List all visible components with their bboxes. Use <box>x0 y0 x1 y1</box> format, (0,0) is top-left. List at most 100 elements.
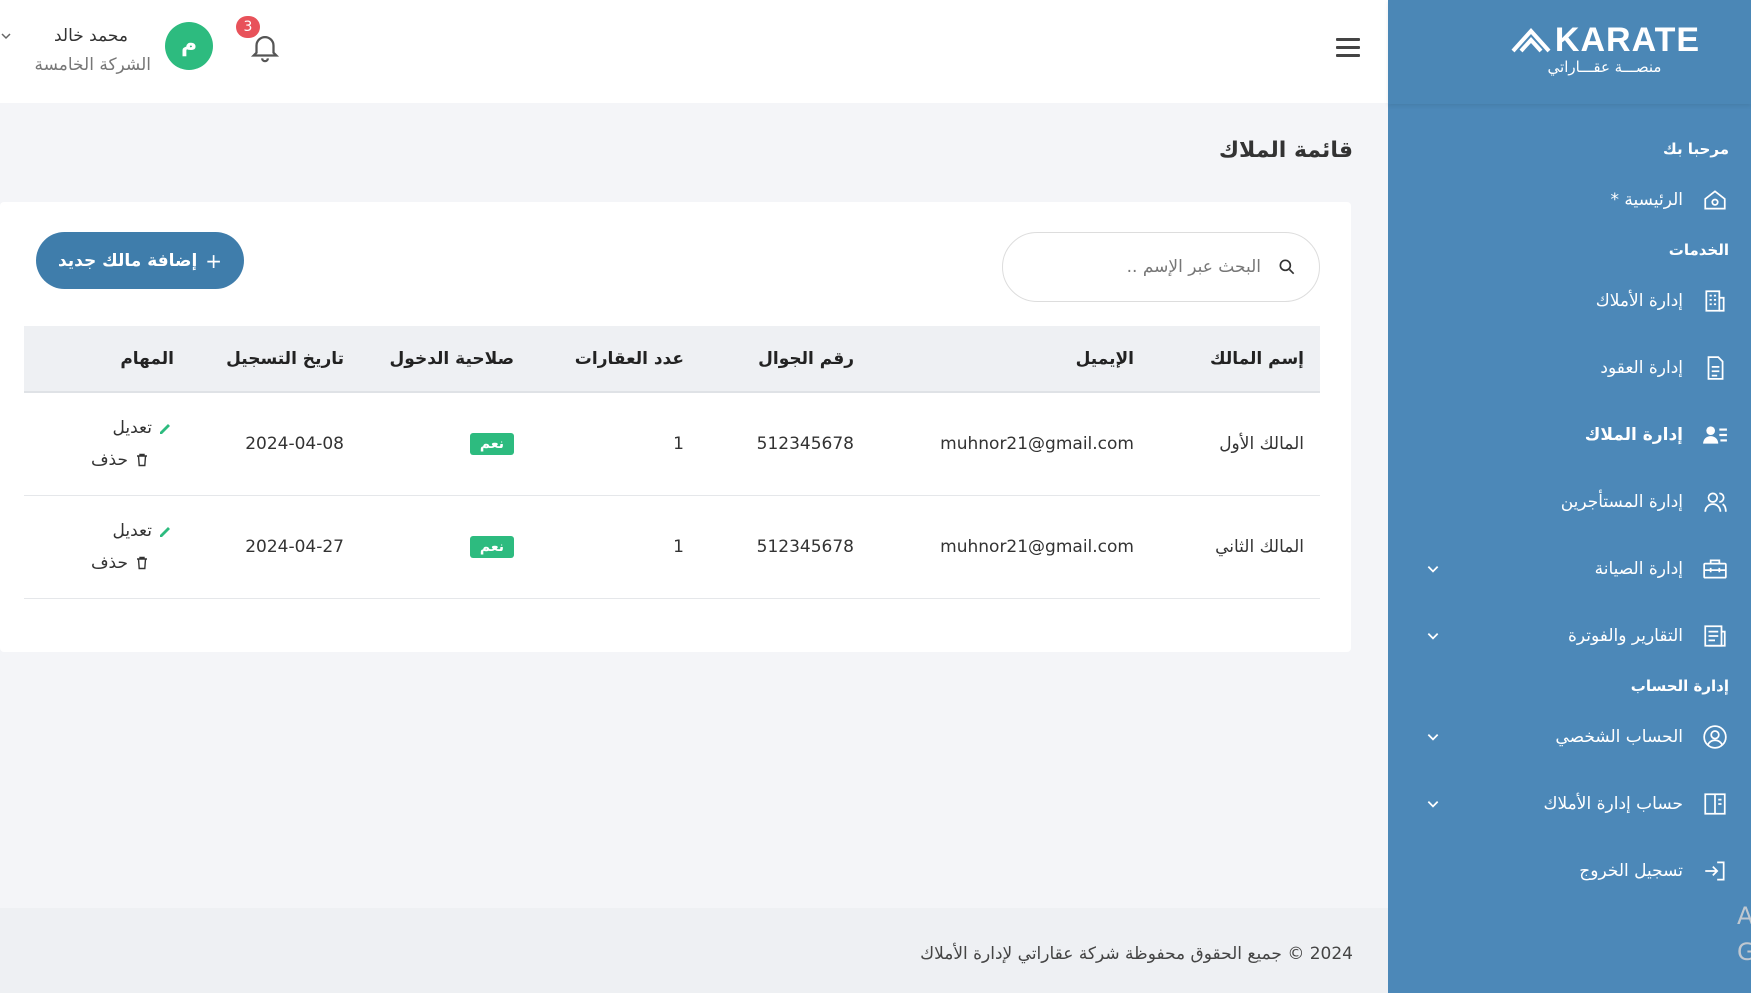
users-icon <box>1701 488 1729 516</box>
search-input[interactable] <box>1003 233 1319 301</box>
building-icon <box>1701 287 1729 315</box>
chevron-down-icon[interactable] <box>1426 797 1440 811</box>
cell-phone: 512345678 <box>756 536 854 557</box>
sidebar-item-label: إدارة الأملاك <box>1595 290 1683 311</box>
table-row: المالك الأول muhnor21@gmail.com 51234567… <box>24 392 1320 495</box>
report-icon <box>1701 622 1729 650</box>
logo-area: KARATE منصـــة عقـــاراتي <box>1388 0 1751 104</box>
avatar[interactable]: م <box>165 22 213 70</box>
book-icon <box>1701 790 1729 818</box>
document-icon <box>1701 354 1729 382</box>
header-registration-date[interactable]: تاريخ التسجيل <box>190 326 360 392</box>
table-row: المالك الثاني muhnor21@gmail.com 5123456… <box>24 495 1320 598</box>
cell-tasks: تعديل حذف <box>24 392 190 495</box>
delete-action[interactable]: حذف <box>40 547 174 579</box>
owners-table: إسم المالك الإيميل رقم الجوال عدد العقار… <box>24 326 1320 599</box>
user-list-icon <box>1701 421 1729 449</box>
cell-registration-date: 2024-04-27 <box>245 536 344 557</box>
header-phone[interactable]: رقم الجوال <box>700 326 870 392</box>
header-access[interactable]: صلاحية الدخول <box>360 326 530 392</box>
house-logo-icon <box>1511 28 1551 53</box>
logo-subtitle: منصـــة عقـــاراتي <box>1547 57 1662 76</box>
cell-tasks: تعديل حذف <box>24 495 190 598</box>
pencil-icon <box>160 526 170 537</box>
plus-icon: + <box>205 248 223 273</box>
header-tasks: المهام <box>120 348 174 369</box>
logo-text: KARATE <box>1554 20 1701 59</box>
cell-email: muhnor21@gmail.com <box>940 536 1134 557</box>
sidebar-section-services: الخدمات <box>1668 241 1729 259</box>
cell-properties-count: 1 <box>673 433 684 454</box>
edge-partial-text: A G <box>1737 898 1751 970</box>
sidebar-item-profile[interactable]: الحساب الشخصي <box>1388 703 1751 770</box>
sidebar-item-label: الحساب الشخصي <box>1555 726 1683 747</box>
cell-phone: 512345678 <box>756 433 854 454</box>
sidebar-item-contracts[interactable]: إدارة العقود <box>1388 334 1751 401</box>
edit-action[interactable]: تعديل <box>40 515 174 547</box>
trash-icon <box>137 453 147 466</box>
header-email[interactable]: الإيميل <box>870 326 1150 392</box>
table-header-row: إسم المالك الإيميل رقم الجوال عدد العقار… <box>24 326 1320 392</box>
menu-toggle-icon[interactable] <box>1336 38 1360 60</box>
sidebar-item-label: تسجيل الخروج <box>1579 860 1683 881</box>
logout-icon <box>1701 857 1729 885</box>
access-badge: نعم <box>469 535 514 558</box>
footer-copyright: 2024 © جميع الحقوق محفوظة شركة عقاراتي ل… <box>920 944 1353 964</box>
edge-letter: A <box>1737 902 1751 930</box>
cell-owner-name: المالك الثاني <box>1215 536 1304 557</box>
search-icon <box>1279 259 1295 275</box>
sidebar-section-account: إدارة الحساب <box>1630 677 1729 695</box>
edge-letter: G <box>1737 938 1751 966</box>
trash-icon <box>137 556 147 569</box>
sidebar-item-property-account[interactable]: حساب إدارة الأملاك <box>1388 770 1751 837</box>
search-box[interactable] <box>1002 232 1320 302</box>
sidebar-item-label: إدارة الملاك <box>1584 424 1683 445</box>
sidebar-item-reports[interactable]: التقارير والفوترة <box>1388 602 1751 669</box>
sidebar-item-label: التقارير والفوترة <box>1567 625 1683 646</box>
sidebar-item-label: إدارة الصيانة <box>1594 558 1683 579</box>
cell-access: نعم <box>360 495 530 598</box>
logo[interactable]: KARATE منصـــة عقـــاراتي <box>1509 21 1700 76</box>
top-bar: 3 م محمد خالد الشركة الخامسة <box>0 0 1388 103</box>
sidebar-item-tenants[interactable]: إدارة المستأجرين <box>1388 468 1751 535</box>
chevron-down-icon[interactable] <box>1426 562 1440 576</box>
cell-registration-date: 2024-04-08 <box>245 433 344 454</box>
sidebar-item-label: إدارة العقود <box>1600 357 1683 378</box>
sidebar-item-home[interactable]: الرئيسية * <box>1388 166 1751 233</box>
sidebar-item-owners[interactable]: إدارة الملاك <box>1388 401 1751 468</box>
sidebar-nav: مرحبا بك الرئيسية * الخدمات إدارة الأملا… <box>1388 104 1751 904</box>
add-owner-label: إضافة مالك جديد <box>57 250 198 271</box>
sidebar-item-maintenance[interactable]: إدارة الصيانة <box>1388 535 1751 602</box>
user-company: الشركة الخامسة <box>34 55 151 75</box>
sidebar-item-label: حساب إدارة الأملاك <box>1543 793 1683 814</box>
chevron-down-icon[interactable] <box>0 30 12 42</box>
sidebar-section-welcome: مرحبا بك <box>1662 140 1729 158</box>
header-owner-name[interactable]: إسم المالك <box>1150 326 1320 392</box>
toolbox-icon <box>1701 555 1729 583</box>
delete-label: حذف <box>90 552 128 573</box>
user-circle-icon <box>1701 723 1729 751</box>
sidebar-item-logout[interactable]: تسجيل الخروج <box>1388 837 1751 904</box>
sidebar-item-properties[interactable]: إدارة الأملاك <box>1388 267 1751 334</box>
notification-count-badge: 3 <box>236 16 260 38</box>
page-title: قائمة الملاك <box>1218 138 1353 163</box>
access-badge: نعم <box>469 432 514 455</box>
add-owner-button[interactable]: + إضافة مالك جديد <box>36 232 244 289</box>
edit-label: تعديل <box>112 417 152 438</box>
cell-email: muhnor21@gmail.com <box>940 433 1134 454</box>
chevron-down-icon[interactable] <box>1426 730 1440 744</box>
home-icon <box>1701 186 1729 214</box>
edit-action[interactable]: تعديل <box>40 412 174 444</box>
sidebar-item-label: إدارة المستأجرين <box>1560 491 1683 512</box>
sidebar: KARATE منصـــة عقـــاراتي مرحبا بك الرئي… <box>1388 0 1751 993</box>
delete-label: حذف <box>90 449 128 470</box>
sidebar-item-label: الرئيسية * <box>1610 189 1683 210</box>
cell-properties-count: 1 <box>673 536 684 557</box>
edit-label: تعديل <box>112 520 152 541</box>
header-properties-count[interactable]: عدد العقارات <box>530 326 700 392</box>
cell-access: نعم <box>360 392 530 495</box>
user-name[interactable]: محمد خالد <box>54 26 128 46</box>
pencil-icon <box>160 423 170 434</box>
chevron-down-icon[interactable] <box>1426 629 1440 643</box>
delete-action[interactable]: حذف <box>40 444 174 476</box>
